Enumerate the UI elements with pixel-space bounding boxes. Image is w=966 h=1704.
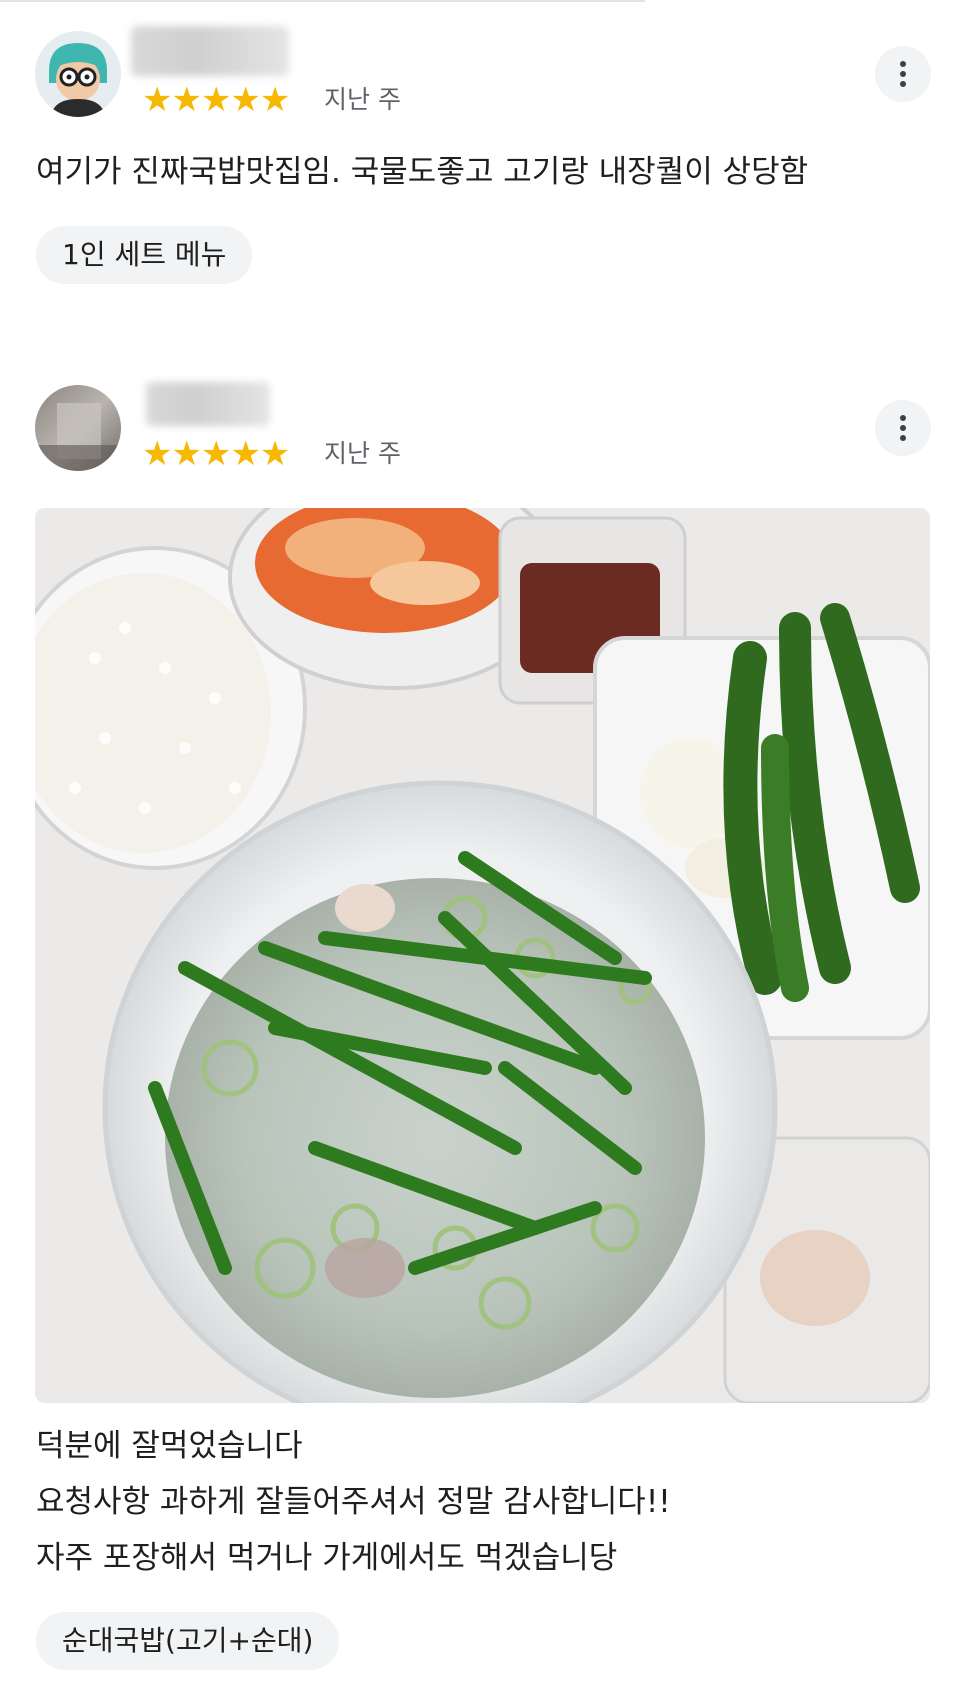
review-text-line: 덕분에 잘먹었습니다 (36, 1428, 303, 1464)
more-vert-icon-dot (900, 425, 906, 431)
reviewer-name-blurred[interactable] (146, 382, 270, 426)
menu-chip[interactable]: 순대국밥(고기+순대) (36, 1612, 340, 1670)
menu-chip[interactable]: 1인 세트 메뉴 (36, 226, 253, 284)
cartoon-avatar-icon[interactable] (35, 31, 121, 117)
more-vert-icon-dot (900, 81, 906, 87)
more-vert-icon (900, 415, 906, 421)
review-photo[interactable] (35, 508, 930, 1403)
more-vert-icon-dot (900, 71, 906, 77)
review-time: 지난 주 (324, 439, 401, 468)
more-options-button[interactable] (875, 46, 931, 102)
review-time: 지난 주 (324, 85, 401, 114)
star-rating: ★★★★★ (142, 80, 290, 120)
review-text-line: 요청사항 과하게 잘들어주셔서 정말 감사합니다!! (36, 1484, 671, 1520)
review-text: 여기가 진짜국밥맛집임. 국물도좋고 고기랑 내장퀄이 상당함 (36, 154, 809, 190)
top-divider (0, 0, 645, 2)
user-photo-avatar-icon[interactable] (35, 385, 121, 471)
more-options-button[interactable] (875, 400, 931, 456)
reviewer-name-blurred[interactable] (131, 26, 289, 76)
review-text-line: 자주 포장해서 먹거나 가게에서도 먹겠습니당 (36, 1540, 618, 1576)
star-rating: ★★★★★ (142, 434, 290, 474)
more-vert-icon-dot (900, 435, 906, 441)
more-vert-icon (900, 61, 906, 67)
